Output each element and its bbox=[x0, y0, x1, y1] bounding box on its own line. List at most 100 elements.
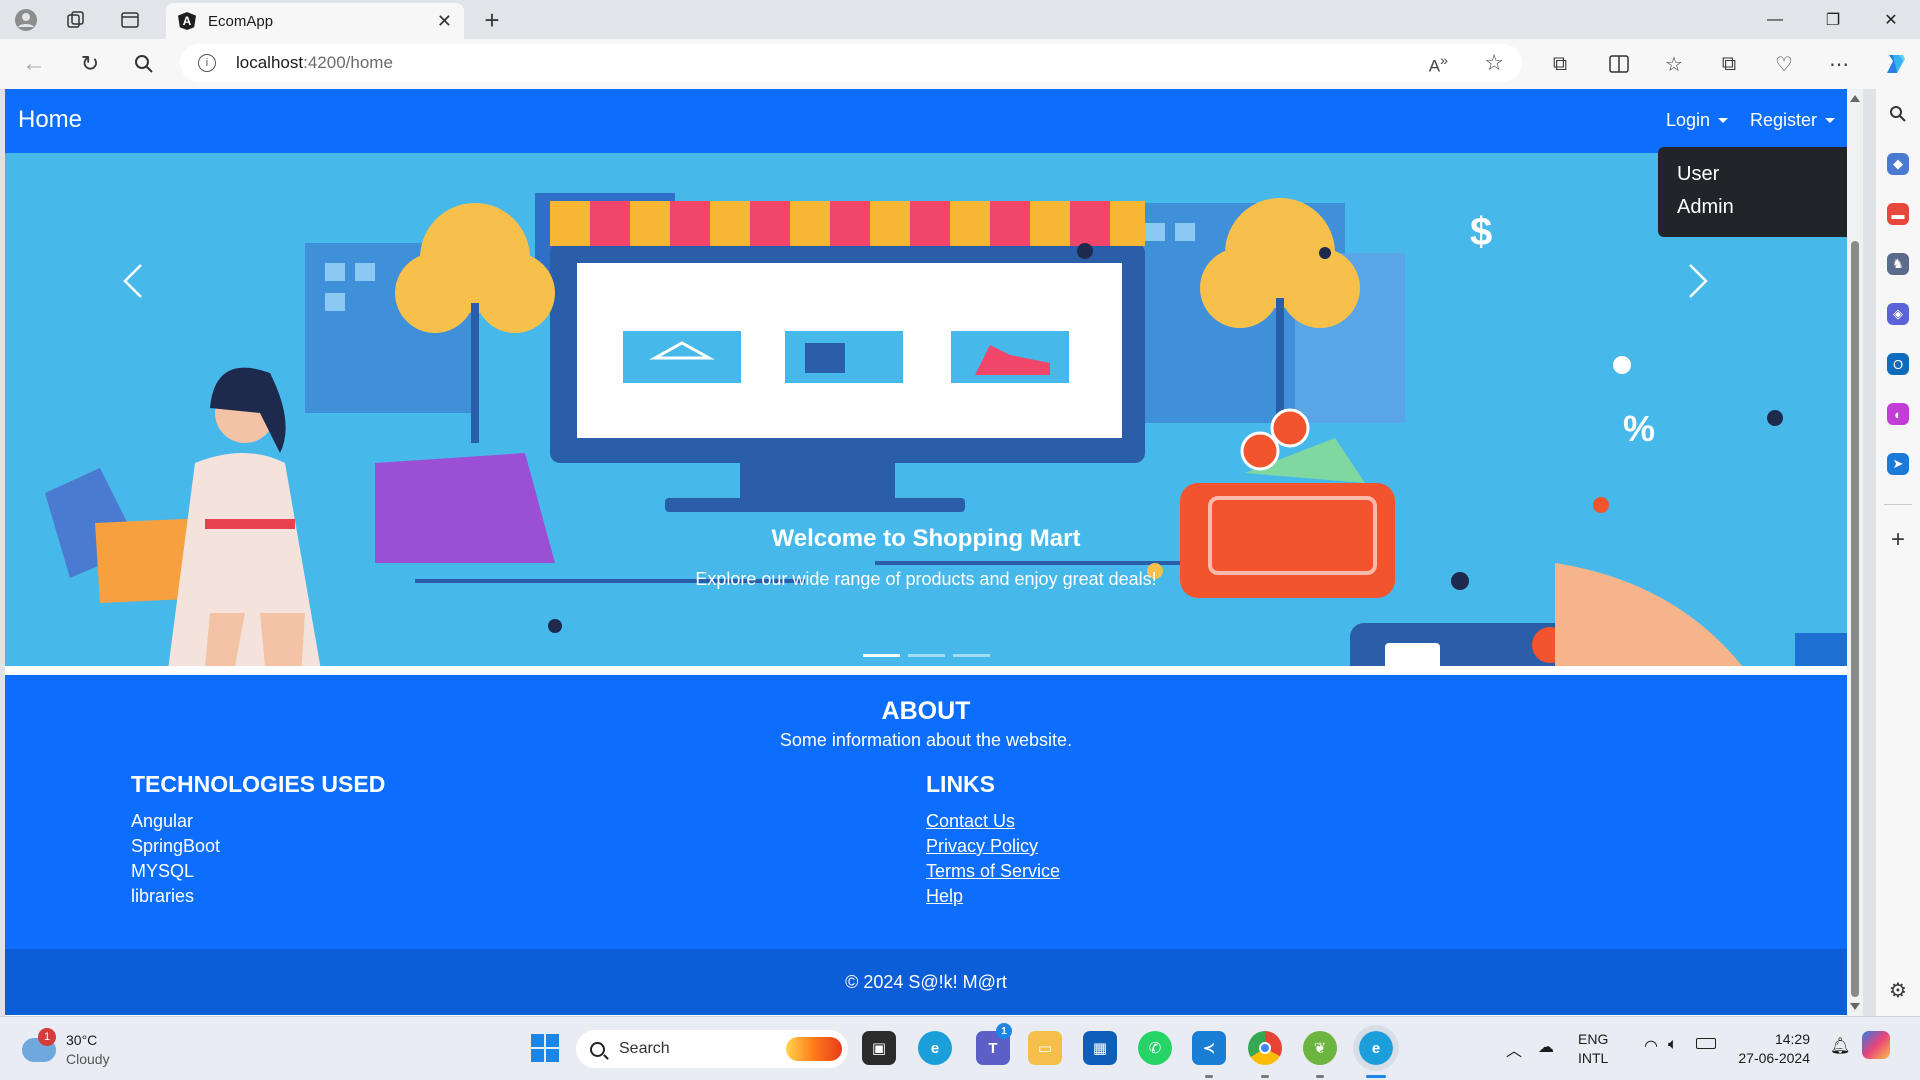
outlook-icon[interactable]: O bbox=[1887, 353, 1909, 375]
edge-browser-icon[interactable]: e bbox=[918, 1031, 952, 1065]
links-list: Contact Us Privacy Policy Terms of Servi… bbox=[926, 809, 1060, 909]
copilot-taskbar-icon[interactable] bbox=[1862, 1031, 1890, 1059]
edge-active-icon[interactable]: e bbox=[1353, 1025, 1399, 1071]
language-indicator[interactable]: ENG INTL bbox=[1578, 1030, 1608, 1068]
contact-us-link[interactable]: Contact Us bbox=[926, 811, 1015, 831]
carousel-indicator-1[interactable] bbox=[863, 654, 900, 657]
tab-title: EcomApp bbox=[208, 12, 274, 30]
site-footer: ABOUT Some information about the website… bbox=[5, 675, 1847, 1015]
microsoft-store-icon[interactable]: ▦ bbox=[1083, 1031, 1117, 1065]
about-heading: ABOUT bbox=[881, 697, 971, 725]
refresh-icon[interactable]: ↻ bbox=[76, 50, 104, 78]
address-bar[interactable]: i localhost:4200/home A» ☆ bbox=[180, 44, 1522, 82]
sidebar-search-icon[interactable] bbox=[1887, 103, 1909, 125]
whatsapp-icon[interactable]: ✆ bbox=[1138, 1031, 1172, 1065]
register-dropdown-toggle[interactable]: Register bbox=[1750, 110, 1836, 131]
favorite-star-icon[interactable]: ☆ bbox=[1484, 50, 1504, 76]
chevron-up-icon[interactable]: ︿ bbox=[1506, 1037, 1522, 1061]
workspaces-icon[interactable] bbox=[64, 8, 88, 32]
terms-of-service-link[interactable]: Terms of Service bbox=[926, 861, 1060, 881]
page-scrollbar[interactable] bbox=[1847, 89, 1863, 1016]
running-indicator bbox=[1261, 1075, 1269, 1078]
caret-down-icon bbox=[1718, 118, 1729, 123]
wifi-icon[interactable]: ◠ bbox=[1644, 1036, 1658, 1056]
copilot-icon[interactable] bbox=[1880, 48, 1912, 80]
battery-icon[interactable] bbox=[1696, 1038, 1716, 1049]
vscode-icon[interactable]: ≺ bbox=[1192, 1031, 1226, 1065]
brand-home-link[interactable]: Home bbox=[18, 106, 82, 134]
back-icon[interactable]: ← bbox=[20, 50, 48, 78]
login-dropdown-toggle[interactable]: Login bbox=[1666, 110, 1729, 131]
clock-time: 14:29 bbox=[1774, 1031, 1810, 1047]
browser-essentials-icon[interactable]: ♡ bbox=[1770, 50, 1798, 78]
carousel-next-button[interactable] bbox=[1688, 263, 1728, 323]
profile-icon[interactable] bbox=[12, 6, 40, 34]
navbar: Home Login Register bbox=[5, 89, 1847, 153]
restore-icon[interactable]: ❐ bbox=[1810, 6, 1856, 34]
weather-temp: 30°C bbox=[66, 1032, 98, 1048]
add-sidebar-app-icon[interactable]: + bbox=[1887, 526, 1909, 553]
url-text: localhost:4200/home bbox=[236, 53, 393, 72]
dropdown-item-user[interactable]: User bbox=[1658, 159, 1847, 192]
privacy-policy-link[interactable]: Privacy Policy bbox=[926, 836, 1038, 856]
weather-widget[interactable]: 1 30°C Cloudy bbox=[22, 1028, 110, 1069]
running-indicator bbox=[1205, 1075, 1213, 1078]
minimize-icon[interactable]: — bbox=[1752, 6, 1798, 34]
scrollbar-thumb[interactable] bbox=[1851, 241, 1859, 997]
extensions-icon[interactable]: ⧉ bbox=[1546, 50, 1574, 78]
games-icon[interactable]: ♞ bbox=[1887, 253, 1909, 275]
hero-carousel: $ % Welcome to Shopping Mart Explore our… bbox=[5, 153, 1847, 666]
file-explorer-icon[interactable]: ▭ bbox=[1028, 1031, 1062, 1065]
shopping-tag-icon[interactable]: ◆ bbox=[1887, 153, 1909, 175]
new-tab-icon[interactable]: + bbox=[478, 5, 506, 35]
weather-badge: 1 bbox=[38, 1028, 56, 1046]
carousel-caption-text: Explore our wide range of products and e… bbox=[695, 569, 1157, 589]
more-menu-icon[interactable]: ⋯ bbox=[1825, 50, 1853, 78]
register-label: Register bbox=[1750, 110, 1818, 130]
tech-item: libraries bbox=[131, 886, 195, 906]
collections-icon[interactable]: ⧉ bbox=[1715, 50, 1743, 78]
svg-text:$: $ bbox=[1470, 210, 1492, 254]
register-dropdown-menu: User Admin bbox=[1658, 147, 1847, 237]
links-heading: LINKS bbox=[926, 771, 995, 797]
active-indicator bbox=[1366, 1075, 1386, 1078]
chrome-icon[interactable] bbox=[1248, 1031, 1282, 1065]
read-aloud-icon[interactable]: A» bbox=[1429, 53, 1448, 77]
vertical-tabs-icon[interactable] bbox=[118, 8, 142, 32]
help-link[interactable]: Help bbox=[926, 886, 963, 906]
browser-tab-strip: A EcomApp ✕ + — ❐ ✕ bbox=[0, 0, 1920, 39]
carousel-prev-button[interactable] bbox=[123, 263, 163, 323]
split-screen-icon[interactable] bbox=[1605, 50, 1633, 78]
about-text: Some information about the website. bbox=[779, 730, 1073, 750]
scroll-up-icon[interactable] bbox=[1850, 95, 1860, 102]
carousel-indicator-3[interactable] bbox=[953, 654, 990, 657]
carousel-indicator-2[interactable] bbox=[908, 654, 945, 657]
teams-badge: 1 bbox=[996, 1023, 1012, 1039]
taskbar-search-box[interactable]: Search bbox=[576, 1030, 848, 1068]
microsoft365-icon[interactable]: ◈ bbox=[1887, 303, 1909, 325]
clock[interactable]: 14:29 27-06-2024 bbox=[1730, 1030, 1810, 1068]
browser-toolbar: ← ↻ i localhost:4200/home A» ☆ ⧉ ☆ ⧉ ♡ ⋯ bbox=[0, 39, 1920, 89]
onedrive-icon[interactable]: ☁ bbox=[1538, 1037, 1554, 1057]
tools-icon[interactable]: ▬ bbox=[1887, 203, 1909, 225]
spring-tool-icon[interactable]: ❦ bbox=[1303, 1031, 1337, 1065]
send-icon[interactable]: ➤ bbox=[1887, 453, 1909, 475]
browser-tab-active[interactable]: A EcomApp ✕ bbox=[166, 3, 464, 39]
close-window-icon[interactable]: ✕ bbox=[1868, 6, 1914, 34]
cloud-icon: 1 bbox=[22, 1028, 56, 1062]
teams-icon[interactable]: T 1 bbox=[976, 1023, 1012, 1065]
dropdown-item-admin[interactable]: Admin bbox=[1658, 192, 1847, 225]
sidebar-settings-icon[interactable]: ⚙ bbox=[1887, 979, 1909, 1002]
start-button[interactable] bbox=[528, 1031, 562, 1065]
copyright-bar: © 2024 S@!k! M@rt bbox=[5, 949, 1847, 1015]
notification-bell-icon[interactable]: 🔔︎ bbox=[1830, 1036, 1850, 1056]
volume-icon[interactable]: 🔈︎ bbox=[1668, 1036, 1678, 1054]
close-tab-icon[interactable]: ✕ bbox=[437, 11, 452, 32]
task-view-icon[interactable]: ▣ bbox=[862, 1031, 896, 1065]
caret-down-icon bbox=[1825, 118, 1836, 123]
site-info-icon[interactable]: i bbox=[198, 54, 216, 72]
designer-icon[interactable]: ◐ bbox=[1887, 403, 1909, 425]
scroll-down-icon[interactable] bbox=[1850, 1003, 1860, 1010]
search-icon[interactable] bbox=[130, 50, 158, 78]
favorites-icon[interactable]: ☆ bbox=[1660, 50, 1688, 78]
